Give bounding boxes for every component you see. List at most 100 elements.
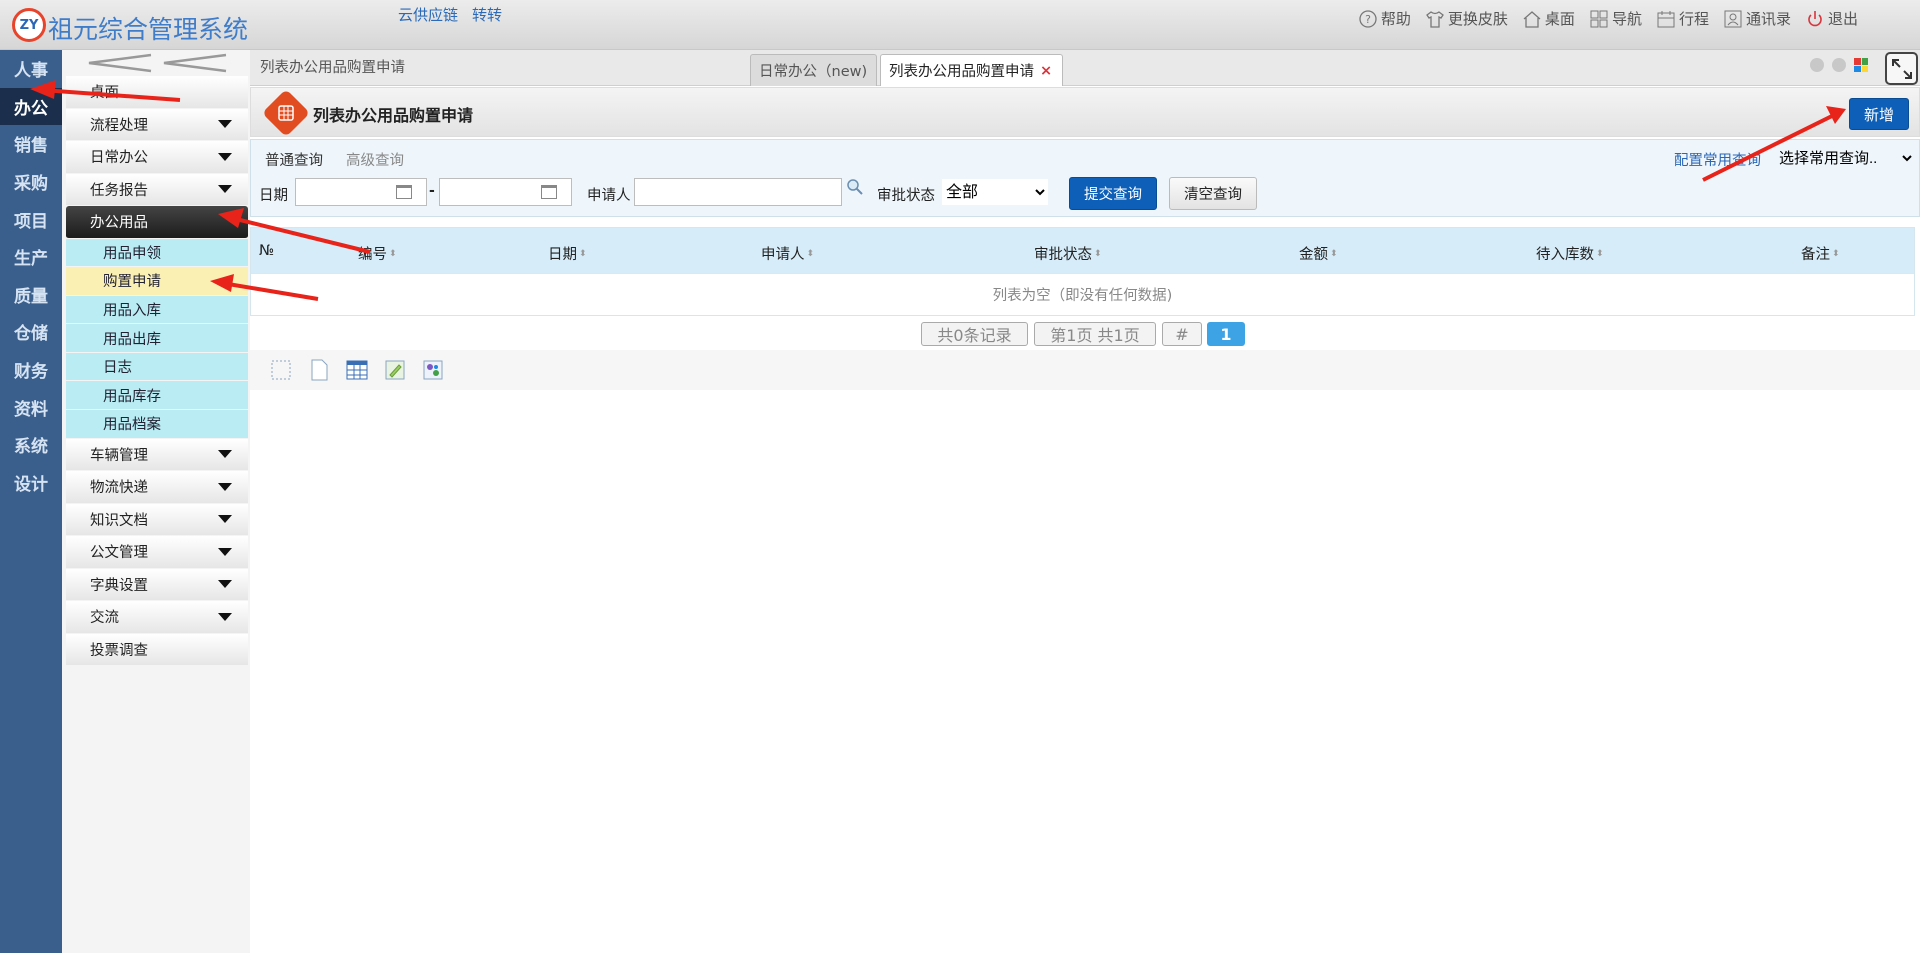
rail-item-sales[interactable]: 销售: [0, 125, 62, 163]
sort-icon: ⬍: [806, 248, 815, 259]
rail-item-quality[interactable]: 质量: [0, 276, 62, 314]
help-button[interactable]: ? 帮助: [1358, 8, 1411, 29]
rail-item-purchase[interactable]: 采购: [0, 163, 62, 201]
common-query-select[interactable]: 选择常用查询..: [1775, 145, 1915, 171]
desktop-label: 桌面: [1544, 10, 1575, 28]
menu-item-task-report[interactable]: 任务报告: [66, 173, 248, 206]
pager-current[interactable]: 1: [1207, 322, 1245, 346]
status-select[interactable]: 全部: [941, 178, 1049, 206]
menu-item-daily-office[interactable]: 日常办公: [66, 141, 248, 174]
menu-item-documents[interactable]: 公文管理: [66, 536, 248, 569]
tab-daily-office[interactable]: 日常办公（new): [750, 54, 877, 86]
menu-item-vote[interactable]: 投票调查: [66, 633, 248, 667]
col-amount[interactable]: 金额 ⬍: [1299, 243, 1338, 264]
menu-label: 车辆管理: [90, 447, 148, 464]
sub-item-inventory[interactable]: 用品库存: [66, 381, 248, 411]
col-code[interactable]: 编号 ⬍: [358, 243, 397, 264]
menu-item-logistics[interactable]: 物流快递: [66, 471, 248, 504]
col-applicant[interactable]: 申请人 ⬍: [761, 243, 814, 264]
settings-icon[interactable]: [422, 359, 444, 381]
tab-next-icon[interactable]: [1832, 58, 1846, 72]
rail-item-finance[interactable]: 财务: [0, 351, 62, 389]
submit-query-button[interactable]: 提交查询: [1069, 177, 1157, 210]
col-label: 日期: [548, 247, 577, 263]
menu-label: 任务报告: [90, 182, 148, 199]
rail-item-project[interactable]: 项目: [0, 200, 62, 238]
top-bar: ZY 祖元综合管理系统 云供应链 转转 ? 帮助 更换皮肤 桌面 导航 行程 通…: [0, 0, 1920, 50]
date-to-field[interactable]: [439, 178, 572, 206]
edit-icon[interactable]: [384, 359, 406, 381]
menu-label: 字典设置: [90, 577, 148, 594]
contacts-button[interactable]: 通讯录: [1723, 8, 1791, 29]
applicant-label: 申请人: [587, 188, 631, 204]
sub-item-archive[interactable]: 用品档案: [66, 410, 248, 439]
pager: 共0条记录 第1页 共1页 # 1: [250, 316, 1920, 350]
menu-item-dictionary[interactable]: 字典设置: [66, 568, 248, 602]
rail-item-hr[interactable]: 人事: [0, 50, 62, 88]
close-icon[interactable]: ×: [1040, 63, 1052, 79]
table-icon[interactable]: [346, 359, 368, 381]
power-icon: [1805, 9, 1825, 29]
menu-item-communication[interactable]: 交流: [66, 601, 248, 634]
tab-normal-query[interactable]: 普通查询: [265, 149, 323, 170]
top-links: 云供应链 转转: [398, 4, 502, 25]
rail-item-design[interactable]: 设计: [0, 464, 62, 502]
applicant-input[interactable]: [634, 178, 842, 206]
tab-prev-icon[interactable]: [1810, 58, 1824, 72]
caret-down-icon: [218, 547, 232, 556]
config-common-query-link[interactable]: 配置常用查询: [1674, 149, 1761, 170]
menu-item-desktop[interactable]: 桌面: [66, 76, 248, 109]
col-pending-stock[interactable]: 待入库数 ⬍: [1536, 243, 1604, 264]
rail-item-office[interactable]: 办公: [0, 87, 62, 126]
svg-text:?: ?: [1365, 13, 1371, 26]
tab-purchase-request-list[interactable]: 列表办公用品购置申请 ×: [880, 54, 1063, 86]
clear-query-button[interactable]: 清空查询: [1169, 177, 1257, 210]
menu-label: 知识文档: [90, 512, 148, 529]
col-date[interactable]: 日期 ⬍: [548, 243, 587, 264]
color-grid-icon[interactable]: [1854, 58, 1868, 72]
col-remark[interactable]: 备注 ⬍: [1801, 243, 1840, 264]
menu-item-workflow[interactable]: 流程处理: [66, 108, 248, 141]
menu-item-office-supplies[interactable]: 办公用品: [66, 206, 248, 239]
tab-advanced-query[interactable]: 高级查询: [346, 149, 404, 170]
rail-item-system[interactable]: 系统: [0, 426, 62, 464]
collapse-menu-button[interactable]: [62, 50, 250, 76]
document-icon[interactable]: [308, 359, 330, 381]
date-label: 日期: [259, 188, 288, 204]
rail-item-data[interactable]: 资料: [0, 388, 62, 426]
sub-item-stock-out[interactable]: 用品出库: [66, 324, 248, 353]
rail-item-production[interactable]: 生产: [0, 238, 62, 276]
sub-item-log[interactable]: 日志: [66, 352, 248, 382]
new-button[interactable]: 新增: [1849, 98, 1909, 130]
date-from-field[interactable]: [295, 178, 427, 206]
search-icon[interactable]: [846, 178, 864, 200]
calendar-icon[interactable]: [396, 185, 412, 199]
menu-label: 流程处理: [90, 117, 148, 134]
sub-item-purchase-request[interactable]: 购置申请: [66, 267, 248, 296]
caret-down-icon: [218, 152, 232, 161]
page-header: 列表办公用品购置申请 新增: [250, 87, 1920, 138]
sub-item-supply-requisition[interactable]: 用品申领: [66, 238, 248, 268]
select-columns-icon[interactable]: [270, 359, 292, 381]
col-status[interactable]: 审批状态 ⬍: [1034, 243, 1102, 264]
desktop-button[interactable]: 桌面: [1522, 8, 1575, 29]
navigation-button[interactable]: 导航: [1589, 8, 1642, 29]
top-link-zhuanzhuan[interactable]: 转转: [472, 4, 502, 25]
change-skin-button[interactable]: 更换皮肤: [1425, 8, 1508, 29]
app-logo[interactable]: ZY: [12, 8, 46, 42]
menu-item-knowledge[interactable]: 知识文档: [66, 503, 248, 537]
fullscreen-button[interactable]: [1885, 52, 1918, 85]
caret-down-icon: [218, 185, 232, 194]
contacts-label: 通讯录: [1745, 10, 1791, 28]
col-label: №: [259, 243, 275, 259]
sub-item-stock-in[interactable]: 用品入库: [66, 295, 248, 325]
pager-jump[interactable]: #: [1162, 322, 1202, 346]
calendar-icon[interactable]: [541, 185, 557, 199]
top-link-supply-chain[interactable]: 云供应链: [398, 4, 458, 25]
shirt-icon: [1425, 9, 1445, 29]
rail-item-warehouse[interactable]: 仓储: [0, 313, 62, 351]
col-label: 金额: [1299, 247, 1328, 263]
menu-item-vehicle[interactable]: 车辆管理: [66, 438, 248, 472]
schedule-button[interactable]: 行程: [1656, 8, 1709, 29]
logout-button[interactable]: 退出: [1805, 8, 1858, 29]
